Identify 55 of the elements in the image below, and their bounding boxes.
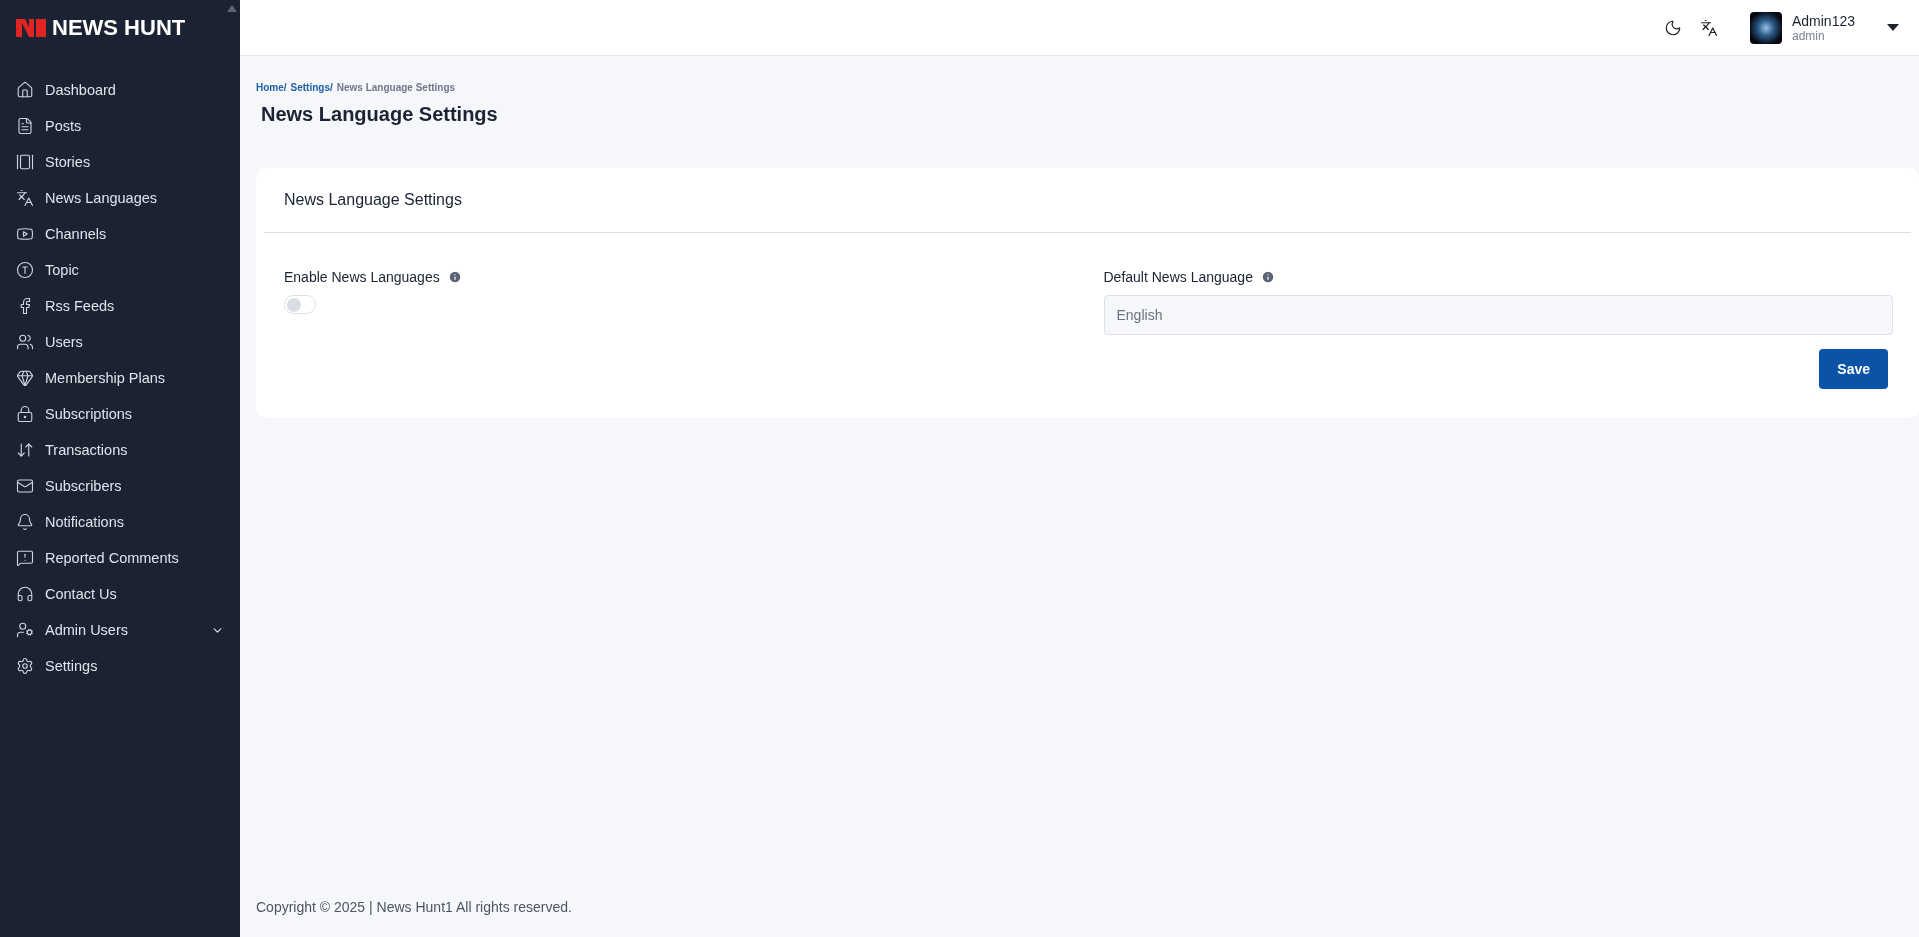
sidebar-item[interactable]: Users <box>16 324 224 360</box>
input-field[interactable]: English <box>1103 295 1893 335</box>
info-icon <box>1260 270 1275 284</box>
breadcrumb-link[interactable]: Home/ <box>256 82 287 93</box>
logo-icon <box>16 18 46 38</box>
sidebar-item[interactable]: Rss Feeds <box>16 288 224 324</box>
toggle-switch[interactable] <box>284 295 316 314</box>
sidebar-item[interactable]: Settings <box>16 648 224 684</box>
sidebar-item[interactable]: Dashboard <box>16 72 224 108</box>
page-title: News Language Settings <box>261 103 499 126</box>
user-role: admin <box>1791 28 1826 43</box>
sidebar-item[interactable]: Channels <box>16 216 224 252</box>
sidebar-item[interactable]: Reported Comments <box>16 540 224 576</box>
sidebar-item[interactable]: Contact Us <box>16 576 224 612</box>
headphones-icon <box>16 585 34 603</box>
gallery-icon <box>16 153 34 171</box>
translate-button[interactable] <box>1699 18 1718 37</box>
translate-icon <box>16 189 34 207</box>
caret-icon[interactable] <box>1887 23 1899 32</box>
sidebar-item[interactable]: Topic <box>16 252 224 288</box>
sidebar-item[interactable]: Stories <box>16 144 224 180</box>
dark-mode-button[interactable] <box>1663 18 1682 37</box>
users-icon <box>16 333 34 351</box>
user-name: Admin123 <box>1791 12 1855 29</box>
scroll-up-icon[interactable] <box>227 4 237 12</box>
logo-text: NEWS HUNT <box>52 15 186 41</box>
sidebar-item[interactable]: Transactions <box>16 432 224 468</box>
video-icon <box>16 225 34 243</box>
bell-icon <box>16 513 34 531</box>
breadcrumb-link[interactable]: News Language Settings <box>336 82 456 93</box>
gem-icon <box>16 369 34 387</box>
breadcrumb-link[interactable]: Settings/ <box>290 82 333 93</box>
settings-icon <box>16 657 34 675</box>
document-icon <box>16 117 34 135</box>
sidebar-item[interactable]: Subscribers <box>16 468 224 504</box>
user-gear-icon <box>16 621 34 639</box>
sidebar-item[interactable]: News Languages <box>16 180 224 216</box>
sidebar-item[interactable]: Notifications <box>16 504 224 540</box>
card-title: News Language Settings <box>284 191 462 209</box>
letter-circle-icon <box>16 261 34 279</box>
info-icon <box>447 270 462 284</box>
sidebar-item[interactable]: Admin Users <box>16 612 224 648</box>
house-icon <box>16 81 34 99</box>
field-label: Enable News Languages <box>284 269 440 285</box>
lock-icon <box>16 405 34 423</box>
message-alert-icon <box>16 549 34 567</box>
mail-icon <box>16 477 34 495</box>
avatar-image <box>1749 11 1782 44</box>
field-label: Default News Language <box>1103 269 1253 285</box>
save-button[interactable]: Save <box>1819 349 1888 389</box>
sidebar-item[interactable]: Subscriptions <box>16 396 224 432</box>
arrows-icon <box>16 441 34 459</box>
sidebar-item[interactable]: Membership Plans <box>16 360 224 396</box>
footer-text: Copyright © 2025 | News Hunt1 All rights reserved. <box>256 899 573 917</box>
sidebar-item[interactable]: Posts <box>16 108 224 144</box>
